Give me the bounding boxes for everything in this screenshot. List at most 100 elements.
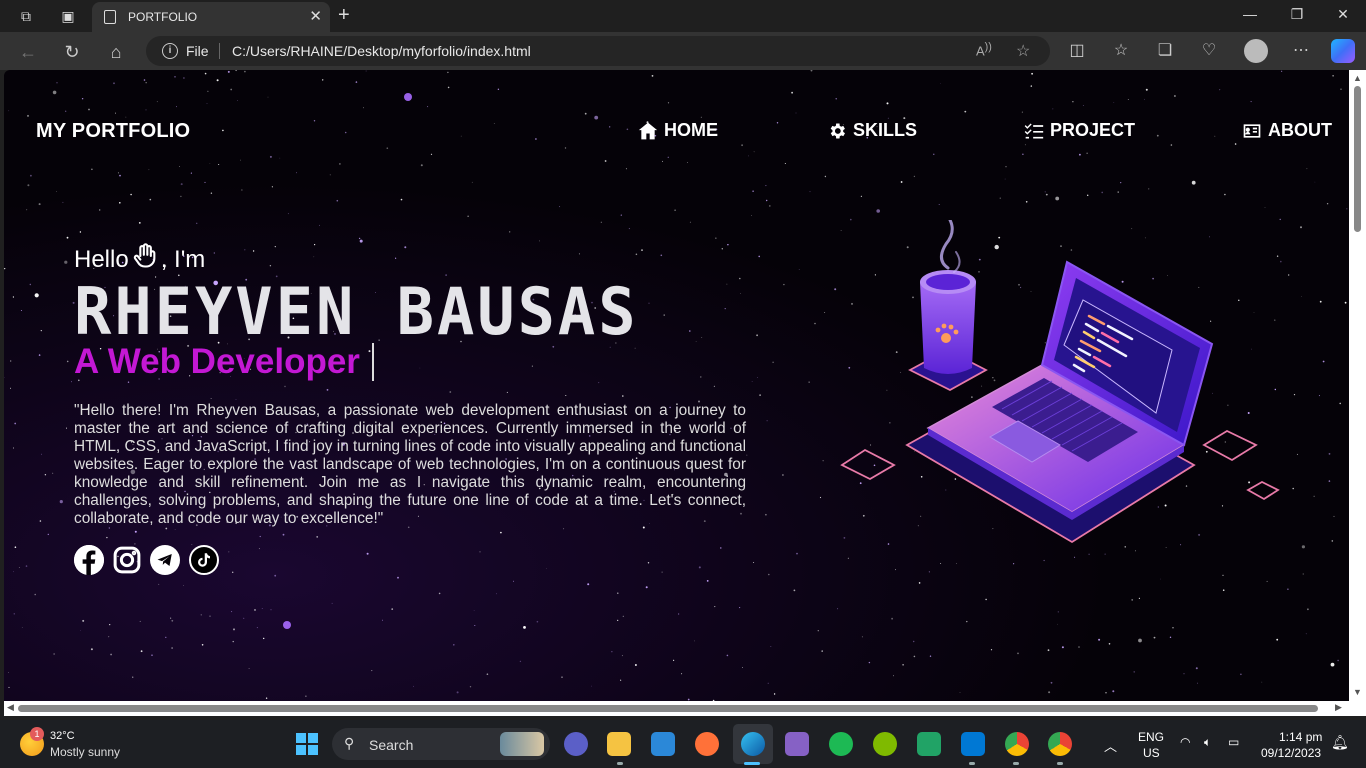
volume-icon[interactable]: 🔈︎ <box>1204 735 1211 750</box>
typing-cursor <box>371 343 374 381</box>
nav-project-label: PROJECT <box>1050 120 1136 140</box>
url-input[interactable]: C:/Users/RHAINE/Desktop/myforfolio/index… <box>232 43 531 59</box>
chrome-icon[interactable] <box>1005 732 1029 756</box>
workspaces-icon[interactable]: ⧉ <box>16 6 36 26</box>
browser-essentials-icon[interactable]: ♡ <box>1198 40 1220 62</box>
hero-role: A Web Developer <box>74 342 374 382</box>
start-button[interactable] <box>296 733 318 755</box>
chrome-profile-icon[interactable] <box>1048 732 1072 756</box>
nav-project[interactable]: PROJECT <box>1024 120 1135 141</box>
battery-icon[interactable]: ▭ <box>1228 735 1239 749</box>
page-viewport: MY PORTFOLIO HOME SKILLS PROJECT ABOUT H… <box>4 70 1349 701</box>
active-indicator <box>744 762 760 765</box>
horizontal-scrollbar[interactable]: ◀ ▶ <box>4 701 1349 716</box>
notification-bell-icon[interactable]: 🔔︎ <box>1331 734 1349 751</box>
nav-about-label: ABOUT <box>1268 120 1332 140</box>
running-indicator <box>1057 762 1063 765</box>
running-indicator <box>617 762 623 765</box>
refresh-icon[interactable]: ↻ <box>61 41 83 63</box>
weather-badge: 1 <box>30 727 44 741</box>
address-bar[interactable]: i File C:/Users/RHAINE/Desktop/myforfoli… <box>146 36 1050 66</box>
vertical-scroll-thumb[interactable] <box>1354 86 1361 232</box>
hello-prefix: Hello <box>74 245 129 273</box>
nav-skills-label: SKILLS <box>853 120 918 140</box>
language-bottom[interactable]: US <box>1143 746 1160 760</box>
laptop-coffee-illustration <box>840 220 1280 544</box>
read-aloud-icon[interactable]: A)) <box>976 41 992 58</box>
nav-home-label: HOME <box>664 120 718 140</box>
browser-tab[interactable]: PORTFOLIO ✕ <box>92 2 330 32</box>
tab-title: PORTFOLIO <box>128 10 198 24</box>
url-divider <box>219 43 220 59</box>
hello-suffix: , I'm <box>160 245 206 273</box>
favorite-star-icon[interactable]: ☆ <box>1016 41 1030 61</box>
waving-hand-icon <box>131 242 159 277</box>
more-menu-icon[interactable]: ⋯ <box>1290 40 1312 62</box>
firefox-icon[interactable] <box>695 732 719 756</box>
wifi-icon[interactable]: ◠ <box>1180 735 1190 749</box>
taskbar-search[interactable]: ⚲ Search <box>332 728 550 760</box>
restore-icon[interactable]: ❐ <box>1287 6 1307 23</box>
classroom-icon[interactable] <box>917 732 941 756</box>
facebook-icon <box>74 545 104 575</box>
favorites-icon[interactable]: ☆ <box>1110 40 1132 62</box>
scroll-up-arrow-icon[interactable]: ▲ <box>1353 73 1362 83</box>
scroll-left-arrow-icon[interactable]: ◀ <box>7 702 14 713</box>
new-tab-button[interactable]: + <box>338 4 350 27</box>
bio-paragraph: "Hello there! I'm Rheyven Bausas, a pass… <box>74 402 746 527</box>
home-browser-icon[interactable]: ⌂ <box>105 41 127 63</box>
language-top[interactable]: ENG <box>1138 730 1164 744</box>
id-card-icon <box>1243 123 1261 138</box>
file-explorer-icon[interactable] <box>607 732 631 756</box>
copilot-icon[interactable] <box>1331 39 1355 63</box>
search-label: Search <box>369 737 414 753</box>
vertical-scrollbar[interactable]: ▲ ▼ <box>1349 70 1366 701</box>
browser-tab-bar: ⧉ ▣ PORTFOLIO ✕ + — ❐ ✕ <box>0 0 1366 32</box>
store-icon[interactable] <box>651 732 675 756</box>
show-hidden-icons-chevron-icon[interactable]: ︿ <box>1104 736 1117 755</box>
windows-taskbar: 1 32°C Mostly sunny ⚲ Search ︿ ENG US ◠ … <box>0 720 1366 768</box>
hero-name: RHEYVEN BAUSAS <box>74 273 639 350</box>
temperature: 32°C <box>50 730 75 742</box>
running-indicator <box>1013 762 1019 765</box>
search-icon: ⚲ <box>344 735 355 751</box>
weather-condition: Mostly sunny <box>50 745 121 759</box>
horizontal-scroll-thumb[interactable] <box>18 705 1318 712</box>
minimize-icon[interactable]: — <box>1240 6 1260 22</box>
scroll-down-arrow-icon[interactable]: ▼ <box>1353 687 1362 697</box>
clock-time[interactable]: 1:14 pm <box>1279 730 1322 744</box>
instagram-link[interactable] <box>112 545 142 575</box>
telegram-icon <box>157 554 172 566</box>
split-screen-icon[interactable]: ◫ <box>1066 40 1088 62</box>
back-icon[interactable]: ← <box>17 41 39 63</box>
telegram-link[interactable] <box>150 545 180 575</box>
edge-beta-icon[interactable] <box>873 732 897 756</box>
edge-icon[interactable] <box>741 732 765 756</box>
facebook-link[interactable] <box>74 545 104 575</box>
spotify-icon[interactable] <box>829 732 853 756</box>
scroll-right-arrow-icon[interactable]: ▶ <box>1335 702 1342 713</box>
close-tab-icon[interactable]: ✕ <box>309 7 322 25</box>
nav-skills[interactable]: SKILLS <box>827 120 917 141</box>
running-indicator <box>969 762 975 765</box>
home-icon <box>638 122 658 139</box>
tab-actions-icon[interactable]: ▣ <box>58 6 78 26</box>
site-logo[interactable]: MY PORTFOLIO <box>36 120 190 143</box>
visual-studio-icon[interactable] <box>785 732 809 756</box>
clock-date[interactable]: 09/12/2023 <box>1261 746 1321 760</box>
nav-home[interactable]: HOME <box>638 120 718 141</box>
info-icon[interactable]: i <box>162 43 178 59</box>
vscode-icon[interactable] <box>961 732 985 756</box>
nav-about[interactable]: ABOUT <box>1242 120 1332 141</box>
page-icon <box>104 10 116 24</box>
collections-icon[interactable]: ❏ <box>1154 40 1176 62</box>
search-highlight-image <box>500 732 544 756</box>
role-text: A Web Developer <box>74 342 360 381</box>
list-check-icon <box>1024 123 1044 138</box>
close-window-icon[interactable]: ✕ <box>1333 6 1353 23</box>
meet-app-icon[interactable] <box>564 732 588 756</box>
tiktok-link[interactable] <box>189 545 219 575</box>
gear-icon <box>830 123 845 138</box>
url-scheme-label: File <box>186 43 209 59</box>
profile-avatar[interactable] <box>1244 39 1268 63</box>
